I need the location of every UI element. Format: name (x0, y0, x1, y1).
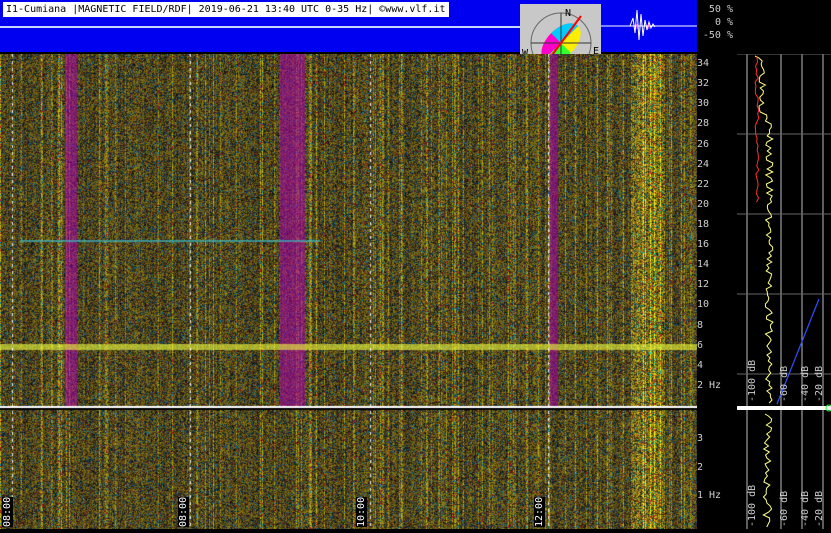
db-tick-label: -100 dB (747, 359, 758, 402)
spectrogram (0, 54, 697, 533)
freq-tick-label: 24 (697, 158, 710, 170)
db-tick-label: -100 dB (747, 484, 758, 527)
amplitude-label-bottom: -50 % (702, 30, 733, 41)
waveform-trace (600, 9, 697, 41)
freq-tick-label: 12 (697, 279, 710, 291)
panel-divider (737, 406, 831, 410)
db-tick-label: -20 dB (814, 490, 825, 527)
freq-tick-label: 10 (697, 299, 710, 311)
freq-tick-label: 30 (697, 98, 710, 110)
freq-tick-label: 6 (697, 339, 704, 351)
time-tick-label: 12:00 (534, 496, 545, 527)
freq-tick-label: 34 (697, 58, 710, 70)
db-tick-label: -20 dB (814, 365, 825, 402)
freq-tick-label: 4 (697, 359, 704, 371)
time-tick-label: 08:00 (178, 496, 189, 527)
spectrum-peak-trace (754, 55, 760, 203)
db-tick-label: -60 dB (779, 490, 790, 527)
spectrum-panel (737, 53, 831, 533)
lower-freq-tick-label: 3 (697, 432, 704, 444)
time-tick-label: 10:00 (356, 496, 367, 527)
freq-tick-label: 28 (697, 118, 710, 130)
freq-tick-label: 22 (697, 178, 710, 190)
freq-tick-label: 18 (697, 218, 710, 230)
freq-tick-label: 8 (697, 319, 704, 331)
db-tick-label: -40 dB (800, 490, 811, 527)
spectrogram-canvas (0, 54, 697, 529)
freq-tick-label: 32 (697, 78, 710, 90)
compass-north-label: N (565, 8, 571, 19)
freq-tick-label: 20 (697, 198, 710, 210)
amplitude-label-mid: 0 % (714, 17, 733, 28)
db-tick-label: -60 dB (779, 365, 790, 402)
freq-tick-label: 14 (697, 259, 710, 271)
header-baseline (0, 26, 600, 28)
amplitude-scale: 50 % 0 % -50 % (697, 0, 737, 52)
time-tick-label: 08:00 (2, 496, 13, 527)
freq-tick-label: 26 (697, 138, 710, 150)
amplitude-label-top: 50 % (708, 4, 733, 15)
lower-spectrum-trace (762, 413, 773, 528)
freq-tick-label: 2 Hz (697, 379, 722, 391)
db-tick-label: -40 dB (800, 365, 811, 402)
freq-tick-label: 16 (697, 239, 710, 251)
spectrogram-title: I1-Cumiana |MAGNETIC FIELD/RDF| 2019-06-… (3, 2, 449, 17)
lower-freq-tick-label: 2 (697, 461, 704, 473)
lower-freq-tick-label: 1 Hz (697, 490, 722, 502)
